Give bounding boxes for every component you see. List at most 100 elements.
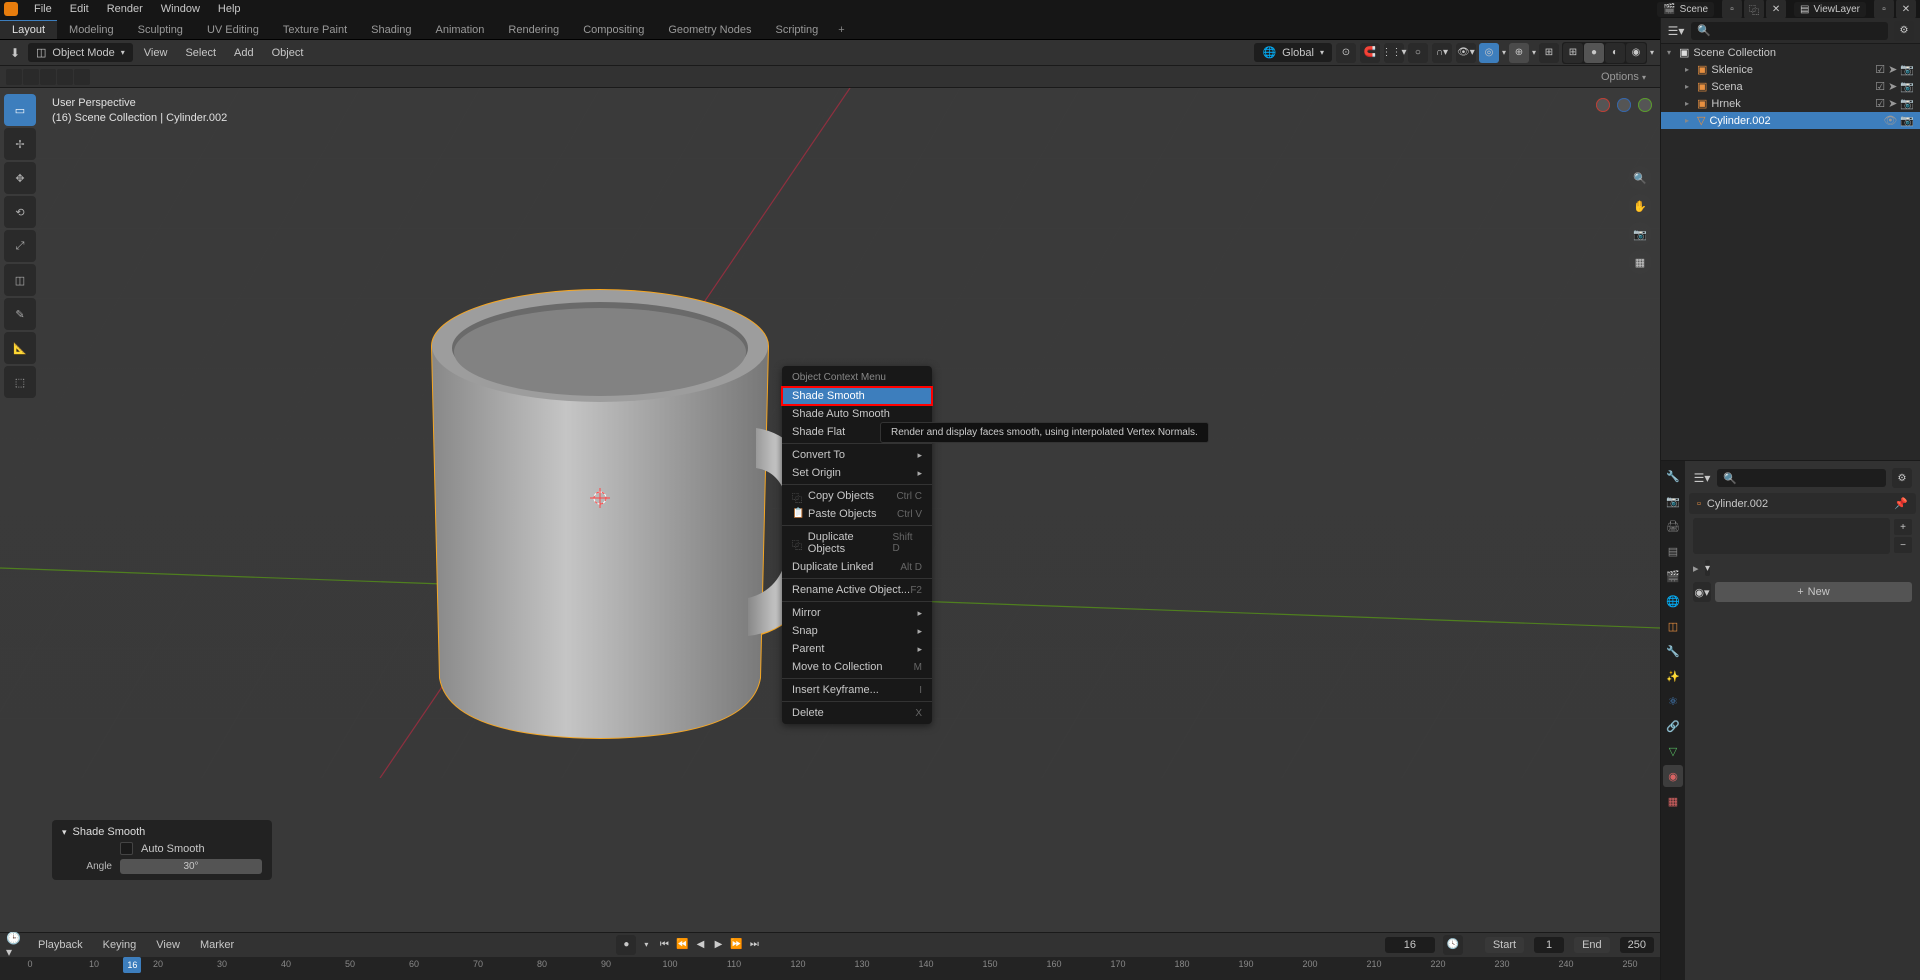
context-menu-item[interactable]: 📋Paste ObjectsCtrl V [782, 505, 932, 523]
keyframe-prev-icon[interactable]: ⏪ [674, 937, 690, 953]
menu-file[interactable]: File [26, 1, 60, 17]
scene-copy-icon[interactable]: ⿻ [1744, 0, 1764, 19]
cursor-tool[interactable]: ✢ [4, 128, 36, 160]
context-menu-item[interactable]: DeleteX [782, 704, 932, 722]
proportional-options-icon[interactable]: ∩▾ [1432, 43, 1452, 63]
expand-icon[interactable]: ▸ [1685, 82, 1693, 91]
camera-icon[interactable]: 📷 [1900, 80, 1914, 93]
context-menu-item[interactable]: ⿻Duplicate ObjectsShift D [782, 528, 932, 558]
navigation-gizmo[interactable]: Z Y X [1596, 98, 1652, 154]
arrow-icon[interactable]: ➤ [1888, 63, 1897, 76]
prop-tab-output[interactable]: 🖨 [1663, 515, 1683, 537]
end-frame-input[interactable]: 250 [1620, 937, 1654, 953]
header-view[interactable]: View [137, 45, 175, 61]
tab-rendering[interactable]: Rendering [496, 21, 571, 39]
frame-lock-icon[interactable]: 🕓 [1443, 935, 1463, 955]
prop-tab-modifier[interactable]: 🔧 [1663, 640, 1683, 662]
y-neg-axis-icon[interactable] [1638, 98, 1652, 112]
tab-scripting[interactable]: Scripting [763, 21, 830, 39]
angle-input[interactable]: 30° [120, 859, 262, 874]
material-browse-icon[interactable]: ◉▾ [1693, 582, 1711, 602]
transform-tool[interactable]: ◫ [4, 264, 36, 296]
camera-icon[interactable]: 📷 [1900, 114, 1914, 127]
visibility-icon[interactable]: 👁▾ [1456, 43, 1476, 63]
shading-solid-icon[interactable]: ● [1584, 43, 1604, 63]
header-select[interactable]: Select [178, 45, 223, 61]
keyframe-next-icon[interactable]: ⏩ [728, 937, 744, 953]
outliner-root[interactable]: ▾ ▣ Scene Collection [1661, 44, 1920, 61]
camera-icon[interactable]: 📷 [1900, 63, 1914, 76]
select-mode-2-icon[interactable] [23, 69, 39, 85]
outliner-row[interactable]: ▸▣Sklenice☑➤📷 [1661, 61, 1920, 78]
select-mode-4-icon[interactable] [57, 69, 73, 85]
timeline-playback[interactable]: Playback [32, 937, 89, 953]
prop-tab-world[interactable]: 🌐 [1663, 590, 1683, 612]
context-menu-item[interactable]: Mirror▸ [782, 604, 932, 622]
arrow-icon[interactable]: ➤ [1888, 97, 1897, 110]
context-menu-item[interactable]: Move to CollectionM [782, 658, 932, 676]
menu-window[interactable]: Window [153, 1, 208, 17]
prop-options-icon[interactable]: ⚙ [1892, 468, 1912, 488]
z-neg-axis-icon[interactable] [1617, 98, 1631, 112]
camera-icon[interactable]: 📷 [1900, 97, 1914, 110]
context-menu-item[interactable]: Rename Active Object...F2 [782, 581, 932, 599]
snap-options-icon[interactable]: ⋮⋮▾ [1384, 43, 1404, 63]
shading-material-icon[interactable]: ◐ [1605, 43, 1625, 63]
tab-shading[interactable]: Shading [359, 21, 423, 39]
timeline-ruler[interactable]: 0102030405060708090100110120130140150160… [0, 957, 1660, 980]
tab-add-workspace[interactable]: + [830, 21, 852, 39]
prop-tab-texture[interactable]: ▦ [1663, 790, 1683, 812]
overlay-toggle-icon[interactable]: ⊕ [1509, 43, 1529, 63]
prop-tab-viewlayer[interactable]: ▤ [1663, 540, 1683, 562]
jump-end-icon[interactable]: ⏭ [746, 937, 762, 953]
annotate-tool[interactable]: ✎ [4, 298, 36, 330]
mug-object[interactable] [420, 278, 840, 758]
eye-icon[interactable]: 👁 [1883, 114, 1897, 127]
prop-tab-object[interactable]: ◫ [1663, 615, 1683, 637]
select-mode-5-icon[interactable] [74, 69, 90, 85]
context-menu-item[interactable]: Convert To▸ [782, 446, 932, 464]
auto-key-icon[interactable]: ● [616, 935, 636, 955]
prop-tab-mesh[interactable]: ▽ [1663, 740, 1683, 762]
material-remove-icon[interactable]: − [1894, 537, 1912, 553]
pan-icon[interactable]: ✋ [1628, 194, 1652, 218]
material-menu-icon[interactable]: ▾ [1705, 560, 1710, 576]
new-material-button[interactable]: +New [1715, 582, 1912, 602]
tab-modeling[interactable]: Modeling [57, 21, 126, 39]
prop-tab-physics[interactable]: ⚛ [1663, 690, 1683, 712]
prop-tab-material[interactable]: ◉ [1663, 765, 1683, 787]
outliner-row[interactable]: ▸▣Scena☑➤📷 [1661, 78, 1920, 95]
outliner-editor-icon[interactable]: ☰▾ [1667, 22, 1685, 40]
xray-icon[interactable]: ⊞ [1539, 43, 1559, 63]
proportional-icon[interactable]: ○ [1408, 43, 1428, 63]
shading-rendered-icon[interactable]: ◉ [1626, 43, 1646, 63]
operator-panel[interactable]: ▾ Shade Smooth Auto Smooth Angle 30° [52, 820, 272, 880]
material-add-icon[interactable]: + [1894, 519, 1912, 535]
scene-new-icon[interactable]: ▫ [1722, 0, 1742, 19]
viewlayer-new-icon[interactable]: ▫ [1874, 0, 1894, 19]
prop-tab-render[interactable]: 📷 [1663, 490, 1683, 512]
pivot-icon[interactable]: ⊙ [1336, 43, 1356, 63]
prop-tab-constraint[interactable]: 🔗 [1663, 715, 1683, 737]
shading-wireframe-icon[interactable]: ⊞ [1563, 43, 1583, 63]
blender-logo-icon[interactable] [4, 2, 18, 16]
expand-icon[interactable]: ▸ [1685, 116, 1693, 125]
context-menu-item[interactable]: Snap▸ [782, 622, 932, 640]
menu-edit[interactable]: Edit [62, 1, 97, 17]
snap-icon[interactable]: 🧲 [1360, 43, 1380, 63]
timeline-view[interactable]: View [150, 937, 186, 953]
current-frame-input[interactable]: 16 [1385, 937, 1435, 953]
properties-search[interactable]: 🔍 [1717, 469, 1886, 487]
tab-texture-paint[interactable]: Texture Paint [271, 21, 359, 39]
context-menu-item[interactable]: Duplicate LinkedAlt D [782, 558, 932, 576]
zoom-icon[interactable]: 🔍 [1628, 166, 1652, 190]
context-menu-item[interactable]: Shade Auto Smooth [782, 405, 932, 423]
context-menu-item[interactable]: ⿻Copy ObjectsCtrl C [782, 487, 932, 505]
context-menu-item[interactable]: Insert Keyframe...I [782, 681, 932, 699]
scene-selector[interactable]: 🎬 Scene [1657, 2, 1714, 17]
rotate-tool[interactable]: ⟲ [4, 196, 36, 228]
timeline-marker[interactable]: Marker [194, 937, 240, 953]
material-slot[interactable] [1693, 518, 1890, 554]
prop-tab-particle[interactable]: ✨ [1663, 665, 1683, 687]
tab-animation[interactable]: Animation [424, 21, 497, 39]
